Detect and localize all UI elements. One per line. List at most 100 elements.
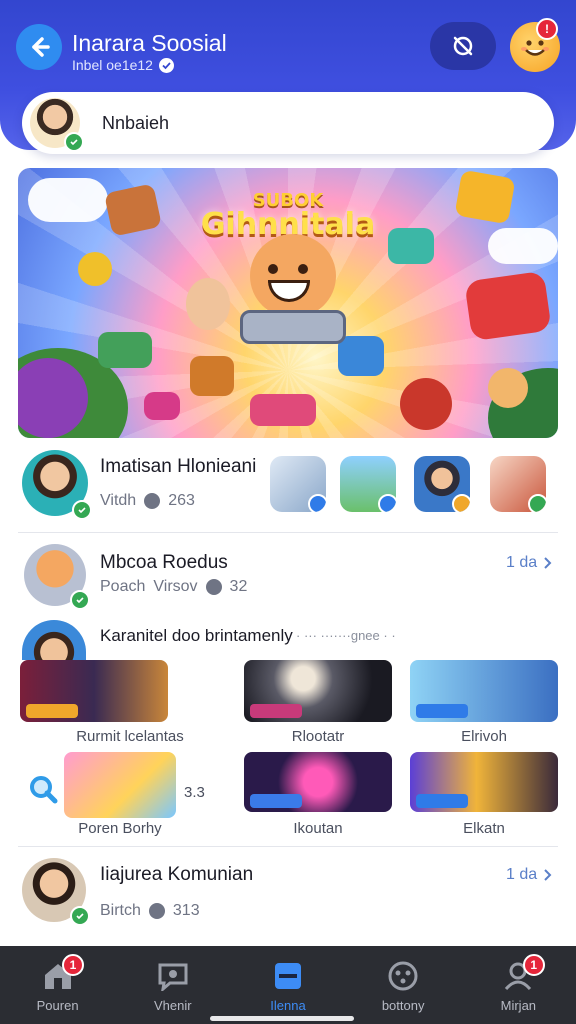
row1-meta-count: 263 <box>168 492 195 509</box>
dice-icon <box>454 169 516 225</box>
tab-profile[interactable]: 1 Mirjan <box>461 946 576 1024</box>
views-icon <box>144 493 161 509</box>
tab-games[interactable]: bottony <box>346 946 461 1024</box>
back-arrow-icon <box>32 37 50 57</box>
row4-avatar <box>22 858 90 926</box>
row4-meta-label: Birtch <box>100 902 141 919</box>
row1-meta-label: Vitdh <box>100 492 137 509</box>
tile-1-caption: Rurmit lcelantas <box>76 728 184 745</box>
row1-thumb-landscape[interactable] <box>340 456 396 512</box>
profile-avatar-button[interactable]: ! <box>510 18 560 72</box>
verified-badge-icon <box>70 906 90 926</box>
row4-link-text: 1 da <box>506 866 538 883</box>
mute-toggle-button[interactable] <box>430 22 496 70</box>
home-indicator <box>210 1016 354 1021</box>
row2-meta-label: Poach <box>100 578 146 595</box>
row4-more-link[interactable]: 1 da <box>506 866 553 884</box>
cat-character-icon <box>488 368 528 408</box>
mascot-character <box>240 234 346 344</box>
chevron-right-icon <box>544 557 552 569</box>
cassette-icon <box>388 228 434 264</box>
tape-icon <box>250 394 316 426</box>
verified-icon <box>158 57 174 73</box>
feed-row-4[interactable]: Iiajurea Komunian Birtch 313 1 da <box>0 852 576 942</box>
subtitle-text: Inbel oe1e12 <box>72 57 153 73</box>
row3-avatar <box>22 620 86 660</box>
views-icon <box>205 579 222 595</box>
tab-home-badge: 1 <box>62 954 84 976</box>
row4-meta: Birtch 313 <box>100 902 200 920</box>
views-icon <box>148 903 165 919</box>
tile-5[interactable] <box>244 752 392 812</box>
coin-icon <box>78 252 112 286</box>
row2-meta-count: 32 <box>229 578 248 595</box>
search-icon[interactable] <box>28 774 58 804</box>
row2-avatar <box>24 544 90 610</box>
feed-row-1[interactable]: Imatisan Hlonieani Vitdh 263 <box>0 448 576 532</box>
tab-home-label: Pouren <box>36 998 79 1013</box>
tile-1[interactable] <box>20 660 168 722</box>
app-root: Inarara Soosial Inbel oe1e12 ! Nnbaieh S… <box>0 0 576 1024</box>
tab-feed[interactable]: Ilenna <box>230 946 345 1024</box>
speaker-icon <box>400 378 452 430</box>
chevron-right-icon <box>544 869 552 881</box>
row2-title: Mbcoa Roedus <box>100 552 228 573</box>
tile-3[interactable] <box>410 660 558 722</box>
tile-6[interactable] <box>410 752 558 812</box>
mute-icon <box>453 36 473 56</box>
feed-icon <box>271 960 305 992</box>
tab-profile-badge: 1 <box>522 954 545 976</box>
tab-home[interactable]: 1 Pouren <box>0 946 115 1024</box>
tile-2-caption: Rlootatr <box>291 728 345 745</box>
row1-title: Imatisan Hlonieani <box>100 456 257 477</box>
tab-chat[interactable]: Vhenir <box>115 946 230 1024</box>
bottom-tab-bar: 1 Pouren Vhenir Ilenna bottony 1 Mirjan <box>0 946 576 1024</box>
row2-meta: Poach Virsov 32 <box>100 578 247 596</box>
game-controller-icon <box>464 270 552 342</box>
back-button[interactable] <box>16 24 62 70</box>
tile-6-caption: Elkatn <box>463 820 505 837</box>
gamepad-icon <box>386 960 420 992</box>
verified-badge-icon <box>72 500 92 520</box>
row3-title: Karanitel doo brintamenly <box>100 626 293 645</box>
row1-thumb-pen[interactable] <box>270 456 326 512</box>
tab-chat-label: Vhenir <box>153 998 192 1013</box>
tile-4[interactable] <box>64 752 176 818</box>
tile-4-caption: Poren Borhy <box>78 820 162 837</box>
composer-label: Nnbaieh <box>102 112 170 133</box>
girl-character-icon <box>186 278 230 330</box>
row1-meta: Vitdh 263 <box>100 492 195 510</box>
tile-3-caption: Elrivoh <box>461 728 507 745</box>
row2-meta-label2: Virsov <box>153 578 198 595</box>
row4-title: Iiajurea Komunian <box>100 864 254 885</box>
divider <box>18 846 558 847</box>
row3-dots: · ··· ·······gnee · · <box>296 628 396 643</box>
user-avatar <box>30 98 84 152</box>
gift-icon <box>144 392 180 420</box>
notification-badge: ! <box>536 18 558 40</box>
row1-thumb-person[interactable] <box>414 456 470 512</box>
tile-4-extra: 3.3 <box>184 784 205 801</box>
row2-link-text: 1 da <box>506 554 538 571</box>
row1-avatar <box>22 450 92 520</box>
featured-banner[interactable]: SUBOK Gihnnitala <box>18 168 558 438</box>
row2-more-link[interactable]: 1 da <box>506 554 553 572</box>
tab-profile-label: Mirjan <box>500 998 537 1013</box>
tile-2[interactable] <box>244 660 392 722</box>
boombox-icon <box>98 332 152 368</box>
row4-meta-count: 313 <box>172 902 200 919</box>
feed-row-3[interactable]: Karanitel doo brintamenly · ··· ·······g… <box>0 616 576 846</box>
chat-icon <box>156 960 190 992</box>
page-subtitle: Inbel oe1e12 <box>72 57 174 73</box>
divider <box>18 532 558 533</box>
page-title: Inarara Soosial <box>72 30 227 56</box>
row1-thumb-group[interactable] <box>490 456 546 512</box>
tab-games-label: bottony <box>381 998 425 1013</box>
tv-icon <box>190 356 234 396</box>
composer-bar[interactable]: Nnbaieh <box>22 92 554 154</box>
tile-5-caption: Ikoutan <box>293 820 343 837</box>
feed-row-2[interactable]: Mbcoa Roedus Poach Virsov 32 1 da <box>0 540 576 616</box>
online-badge-icon <box>64 132 84 152</box>
tab-feed-label: Ilenna <box>270 998 306 1013</box>
verified-badge-icon <box>70 590 90 610</box>
